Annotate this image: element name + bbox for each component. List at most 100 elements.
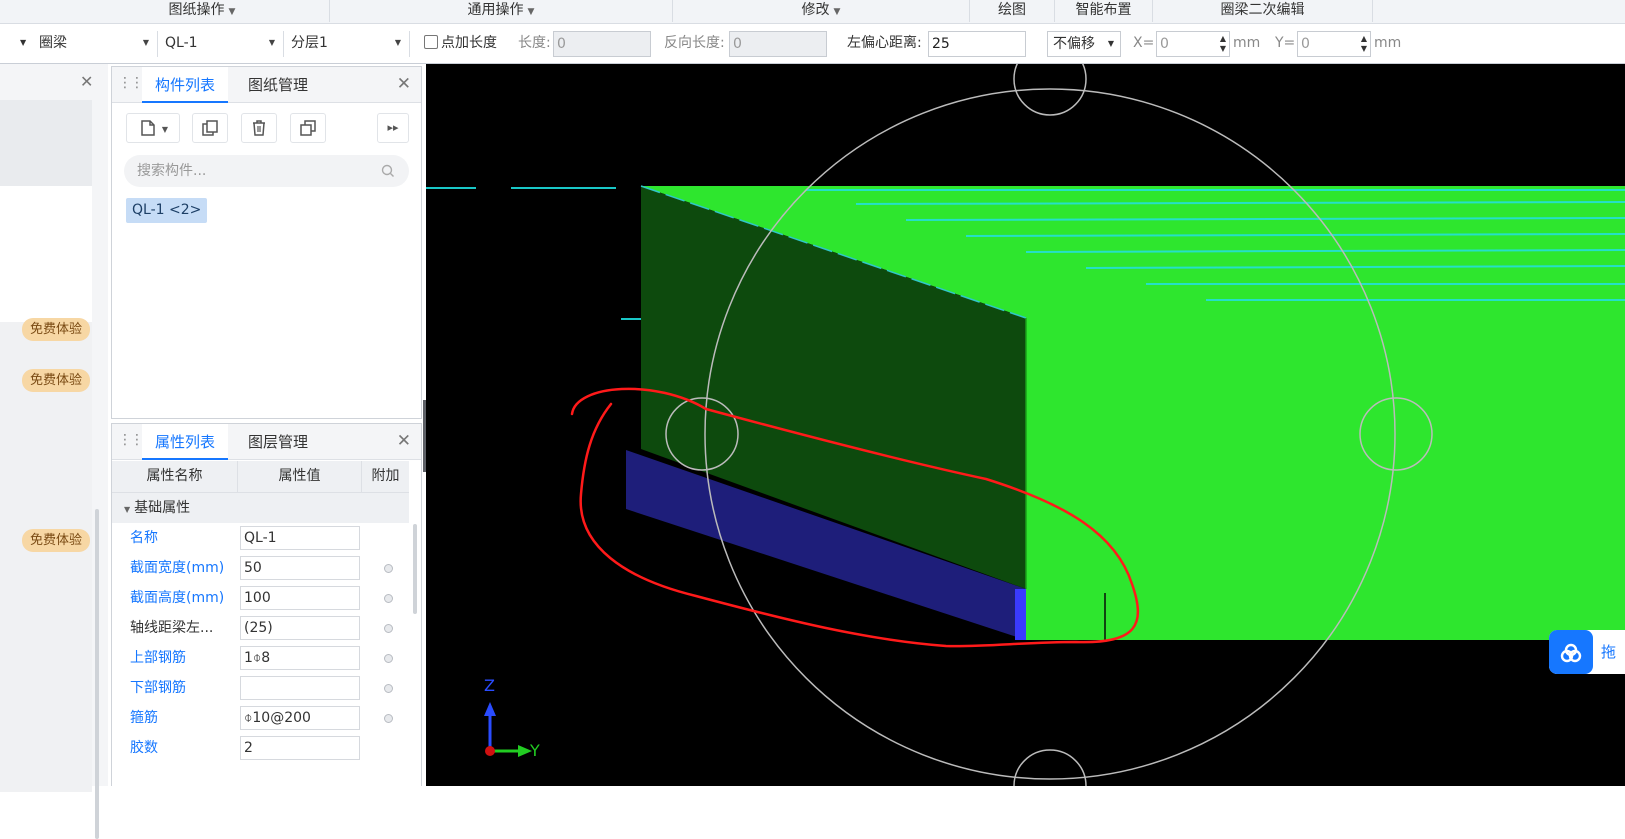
property-name: 胶数: [130, 740, 158, 756]
chevron-down-icon: ▼: [1107, 39, 1114, 48]
offset-mode-select[interactable]: 不偏移 ▼: [1047, 31, 1121, 57]
type-select-value: 圈梁: [39, 35, 67, 51]
layer-copy-icon: [300, 120, 316, 136]
new-component-button[interactable]: ▼: [126, 113, 180, 143]
delete-button[interactable]: [241, 113, 277, 143]
left-panel-selected-row[interactable]: [0, 100, 92, 186]
component-list-panel: ⋮⋮ 构件列表 图纸管理 ✕ ▼ ▸▸ 搜索构件... QL-1 <2>: [111, 66, 422, 419]
checkbox-box[interactable]: [424, 35, 438, 49]
left-offset-label: 左偏心距离:: [847, 35, 922, 51]
reverse-length-input[interactable]: 0: [729, 31, 827, 57]
copy-icon: [202, 120, 218, 136]
close-icon[interactable]: ✕: [397, 74, 411, 94]
property-row[interactable]: 名称 QL-1: [112, 523, 409, 553]
y-input[interactable]: 0 ▲ ▼: [1297, 31, 1371, 57]
property-table-header: 属性名称 属性值 附加: [112, 461, 409, 493]
extra-radio-icon[interactable]: [384, 594, 393, 603]
component-item[interactable]: QL-1 <2>: [126, 198, 208, 223]
ribbon-group-smart-layout[interactable]: 智能布置: [1055, 0, 1153, 22]
property-name: 轴线距梁左...: [130, 620, 214, 636]
spinner-icon[interactable]: ▲ ▼: [1361, 34, 1367, 54]
close-icon[interactable]: ✕: [397, 431, 411, 451]
double-chevron-right-icon: ▸▸: [387, 121, 399, 134]
ribbon-group-drawing-ops[interactable]: 图纸操作 ▼: [75, 0, 330, 22]
length-input[interactable]: 0: [553, 31, 651, 57]
property-row[interactable]: 上部钢筋 1⌽8: [112, 643, 409, 673]
3d-viewport[interactable]: Z Y: [426, 64, 1625, 786]
add-length-label: 点加长度: [441, 35, 497, 51]
z-axis-label: Z: [484, 676, 495, 695]
3d-scene: [426, 64, 1625, 786]
property-value-input[interactable]: [240, 676, 360, 700]
left-panel-area: [0, 186, 92, 322]
type-select[interactable]: 圈梁 ▼: [34, 31, 158, 57]
ribbon-group-ring-beam-edit[interactable]: 圈梁二次编辑: [1153, 0, 1373, 22]
property-row[interactable]: 轴线距梁左... (25): [112, 613, 409, 643]
free-trial-badge[interactable]: 免费体验: [22, 529, 91, 552]
property-panel: ⋮⋮ 属性列表 图层管理 ✕ 属性名称 属性值 附加 ▼ 基础属性 名称 QL-1 截…: [111, 423, 422, 786]
ribbon: 图纸操作 ▼ 通用操作 ▼ 修改 ▼ 绘图 智能布置 圈梁二次编辑: [0, 0, 1625, 24]
free-trial-badge[interactable]: 免费体验: [22, 318, 91, 341]
layer-select-value: 分层1: [291, 35, 328, 51]
component-select[interactable]: QL-1 ▼: [160, 31, 284, 57]
axis-origin: [485, 746, 495, 756]
property-value-input[interactable]: QL-1: [240, 526, 360, 550]
property-name: 名称: [130, 530, 158, 546]
tab-component-list[interactable]: 构件列表: [142, 67, 228, 103]
drag-handle-icon[interactable]: ⋮⋮: [118, 432, 144, 448]
property-row[interactable]: 下部钢筋: [112, 673, 409, 703]
close-icon[interactable]: ✕: [80, 72, 93, 91]
chevron-down-icon: ▼: [527, 7, 535, 17]
ribbon-label: 修改: [801, 2, 830, 18]
search-icon: [381, 155, 395, 187]
property-value-input[interactable]: 100: [240, 586, 360, 610]
layer-select[interactable]: 分层1 ▼: [286, 31, 410, 57]
left-offset-input[interactable]: 25: [928, 31, 1026, 57]
x-unit: mm: [1233, 35, 1261, 51]
property-value-input[interactable]: 50: [240, 556, 360, 580]
property-row[interactable]: 截面高度(mm) 100: [112, 583, 409, 613]
spinner-icon[interactable]: ▲ ▼: [1220, 34, 1226, 54]
panel-header: ⋮⋮ 属性列表 图层管理 ✕: [112, 424, 421, 460]
ribbon-label: 智能布置: [1075, 2, 1132, 18]
tab-drawing-management[interactable]: 图纸管理: [238, 67, 318, 103]
trash-icon: [253, 120, 265, 136]
ribbon-group-general-ops[interactable]: 通用操作 ▼: [330, 0, 673, 22]
tab-property-list[interactable]: 属性列表: [142, 424, 228, 460]
property-row[interactable]: 胶数 2: [112, 733, 409, 763]
column-header-value: 属性值: [238, 461, 362, 492]
ribbon-group-draw[interactable]: 绘图: [970, 0, 1055, 22]
property-row[interactable]: 截面宽度(mm) 50: [112, 553, 409, 583]
extra-radio-icon[interactable]: [384, 624, 393, 633]
x-input[interactable]: 0 ▲ ▼: [1156, 31, 1230, 57]
scrollbar[interactable]: [95, 509, 99, 839]
panel-header: ⋮⋮ 构件列表 图纸管理 ✕: [112, 67, 421, 103]
property-value-input[interactable]: 2: [240, 736, 360, 760]
layer-copy-button[interactable]: [290, 113, 326, 143]
free-trial-badge[interactable]: 免费体验: [22, 369, 91, 392]
extra-radio-icon[interactable]: [384, 684, 393, 693]
extra-radio-icon[interactable]: [384, 714, 393, 723]
left-panel-list: [0, 322, 92, 792]
scrollbar[interactable]: [413, 524, 417, 614]
property-value-input[interactable]: 1⌽8: [240, 646, 360, 670]
extra-radio-icon[interactable]: [384, 654, 393, 663]
expand-button[interactable]: ▸▸: [377, 113, 409, 143]
add-length-checkbox[interactable]: 点加长度: [424, 31, 497, 57]
ribbon-group-modify[interactable]: 修改 ▼: [673, 0, 970, 22]
property-value-input[interactable]: (25): [240, 616, 360, 640]
ribbon-label: 图纸操作: [168, 2, 225, 18]
ribbon-label: 圈梁二次编辑: [1220, 2, 1305, 18]
left-nav-panel: ✕ 免费体验 免费体验 免费体验: [0, 64, 108, 839]
property-value-input[interactable]: ⌽10@200: [240, 706, 360, 730]
copy-button[interactable]: [192, 113, 228, 143]
extra-radio-icon[interactable]: [384, 564, 393, 573]
property-group-basic[interactable]: ▼ 基础属性: [112, 493, 409, 523]
y-unit: mm: [1374, 35, 1402, 51]
property-row[interactable]: 箍筋 ⌽10@200: [112, 703, 409, 733]
chevron-down-icon[interactable]: ▼: [20, 31, 26, 57]
search-input[interactable]: 搜索构件...: [124, 155, 409, 187]
floating-assistant-button[interactable]: 拖: [1549, 630, 1625, 674]
tab-layer-management[interactable]: 图层管理: [238, 424, 318, 460]
drag-handle-icon[interactable]: ⋮⋮: [118, 75, 144, 91]
